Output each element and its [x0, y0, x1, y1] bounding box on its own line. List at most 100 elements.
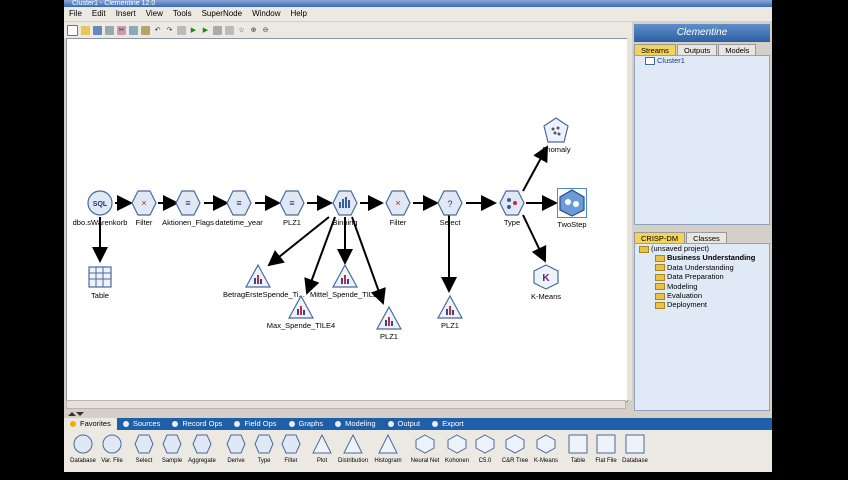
flat-file-icon [596, 434, 616, 454]
table-icon [568, 434, 588, 454]
node-select[interactable]: ? Select [415, 190, 485, 227]
select-icon: ? [437, 190, 463, 216]
project-phase[interactable]: Data Understanding [635, 263, 769, 272]
cut-icon[interactable]: ✂ [117, 25, 126, 35]
node-histogram-plz1[interactable]: PLZ1 [354, 306, 424, 341]
tab-export[interactable]: Export [426, 418, 470, 430]
node-histogram-max[interactable]: Max_Spende_TILE4 [266, 295, 336, 330]
copy-icon[interactable] [129, 25, 138, 35]
svg-text:K: K [542, 273, 550, 284]
project-root[interactable]: (unsaved project) [635, 244, 769, 253]
c50-icon [475, 434, 495, 454]
menu-tools[interactable]: Tools [168, 7, 197, 21]
tab-crisp-dm[interactable]: CRISP-DM [634, 232, 686, 243]
zoom-out-icon[interactable]: ⊖ [261, 26, 270, 35]
filter-icon [281, 434, 301, 454]
node-histogram-betrag[interactable]: BetragErsteSpende_Ti... [223, 264, 305, 299]
histogram-icon [378, 434, 398, 454]
kmeans-icon: K [533, 264, 559, 290]
node-twostep[interactable]: TwoStep [537, 188, 607, 229]
run-stream-icon[interactable]: ▶ [189, 26, 198, 35]
tab-output[interactable]: Output [382, 418, 427, 430]
tab-sources[interactable]: Sources [117, 418, 167, 430]
field-ops-icon [234, 421, 241, 427]
tab-modeling[interactable]: Modeling [329, 418, 381, 430]
project-panel: (unsaved project) Business Understanding… [634, 243, 770, 411]
stream-canvas[interactable]: SQL dbo.sWarenkorb × Filter ≡ Aktionen_F… [66, 38, 628, 402]
menu-file[interactable]: File [64, 7, 87, 21]
canvas-horizontal-scrollbar[interactable] [66, 400, 626, 409]
menu-window[interactable]: Window [247, 7, 285, 21]
sample-icon [162, 434, 182, 454]
print-icon[interactable] [105, 25, 114, 35]
run-selection-icon[interactable]: ▶ [201, 26, 210, 35]
project-phase[interactable]: Modeling [635, 282, 769, 291]
properties-icon[interactable] [177, 25, 186, 35]
derive-icon [226, 434, 246, 454]
palette-histogram[interactable]: Histogram [368, 434, 408, 465]
tab-favorites[interactable]: Favorites [64, 418, 117, 430]
zoom-in-icon[interactable]: ⊕ [249, 26, 258, 35]
collapse-palette-icon[interactable] [68, 412, 76, 416]
favorites-icon [70, 421, 76, 427]
node-palette: Database Var. File Select Sample Aggrega… [64, 430, 772, 472]
tab-field-ops[interactable]: Field Ops [228, 418, 282, 430]
palette-database-export[interactable]: Database [615, 434, 655, 465]
project-phase[interactable]: Business Understanding [635, 253, 769, 262]
project-phase[interactable]: Data Preparation [635, 272, 769, 281]
node-histogram-mittel[interactable]: Mittel_Spende_TILE4 [310, 264, 382, 299]
svg-text:SQL: SQL [93, 201, 108, 208]
stop-icon[interactable] [213, 25, 222, 35]
tab-outputs[interactable]: Outputs [676, 44, 718, 55]
kmeans-icon [536, 434, 556, 454]
supernode-icon[interactable] [225, 25, 234, 35]
window-title: Cluster1 - Clementine 12.0 [64, 0, 772, 7]
paste-icon[interactable] [141, 25, 150, 35]
histogram-icon [245, 264, 271, 288]
stream-icon [645, 57, 655, 66]
svg-text:×: × [395, 198, 400, 208]
menu-help[interactable]: Help [286, 7, 312, 21]
database-export-icon [625, 434, 645, 454]
derive-icon: ≡ [279, 190, 305, 216]
expand-palette-icon[interactable] [76, 412, 84, 416]
project-phase[interactable]: Deployment [635, 300, 769, 309]
tab-models[interactable]: Models [718, 44, 757, 55]
menu-edit[interactable]: Edit [87, 7, 111, 21]
select-icon [134, 434, 154, 454]
tab-graphs[interactable]: Graphs [283, 418, 330, 430]
svg-text:≡: ≡ [236, 198, 241, 208]
menu-view[interactable]: View [141, 7, 168, 21]
export-icon [432, 421, 439, 427]
table-icon [88, 266, 112, 288]
node-anomaly[interactable]: Anomaly [521, 117, 591, 154]
canvas-vertical-scrollbar[interactable] [627, 38, 632, 400]
new-icon[interactable] [67, 24, 78, 36]
menu-supernode[interactable]: SuperNode [197, 7, 247, 21]
node-kmeans[interactable]: K K-Means [511, 264, 581, 301]
star-icon[interactable]: ☆ [237, 26, 246, 35]
plot-icon [312, 434, 332, 454]
save-icon[interactable] [93, 25, 102, 35]
var-file-icon [102, 434, 122, 454]
graphs-icon [288, 421, 295, 427]
stream-item[interactable]: Cluster1 [635, 56, 769, 66]
undo-icon[interactable]: ↶ [153, 26, 162, 35]
tab-classes[interactable]: Classes [686, 232, 727, 243]
tab-streams[interactable]: Streams [634, 44, 676, 55]
redo-icon[interactable]: ↷ [165, 26, 174, 35]
folder-icon [655, 292, 665, 300]
app-logo: Clementine [634, 24, 770, 42]
anomaly-icon [543, 117, 569, 143]
palette-distribution[interactable]: Distribution [333, 434, 373, 465]
streams-panel: Cluster1 [634, 55, 770, 225]
menu-insert[interactable]: Insert [111, 7, 141, 21]
menu-bar: File Edit Insert View Tools SuperNode Wi… [64, 7, 772, 21]
project-phase[interactable]: Evaluation [635, 291, 769, 300]
kohonen-icon [447, 434, 467, 454]
node-table[interactable]: Table [67, 265, 135, 300]
open-icon[interactable] [81, 25, 90, 35]
distribution-icon [343, 434, 363, 454]
node-histogram-plz1-select[interactable]: PLZ1 [415, 295, 485, 330]
tab-record-ops[interactable]: Record Ops [166, 418, 228, 430]
